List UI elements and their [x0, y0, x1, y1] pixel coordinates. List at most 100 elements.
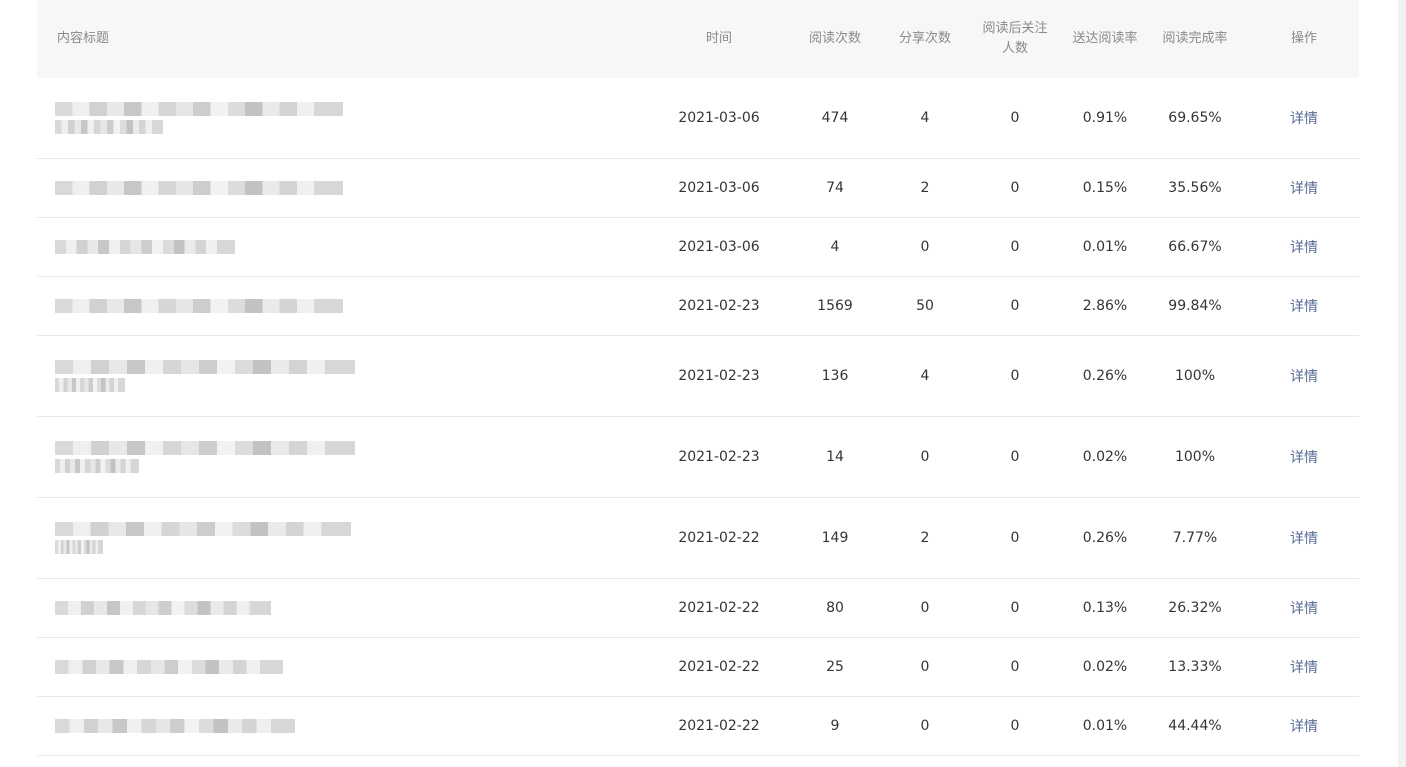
row-completion-rate: 66.67%: [1168, 238, 1222, 255]
header-follows-line1: 阅读后关注: [982, 21, 1048, 36]
row-delivery-rate: 0.15%: [1082, 179, 1128, 196]
redacted-title-text: [55, 180, 343, 195]
row-completion-rate: 69.65%: [1168, 109, 1222, 126]
redacted-title-text: [55, 521, 351, 536]
row-shares: 2: [920, 179, 930, 196]
redacted-title-text: [55, 440, 355, 455]
row-title-cell: [37, 696, 657, 755]
redacted-title-text: [55, 539, 103, 554]
row-shares: 0: [920, 717, 930, 734]
row-completion-rate: 44.44%: [1168, 717, 1222, 734]
redacted-title-text: [55, 659, 283, 674]
header-follows: 阅读后关注 人数: [961, 0, 1069, 78]
row-date: 2021-02-22: [678, 717, 760, 734]
row-follows: 0: [1010, 448, 1020, 465]
row-completion-rate: 13.33%: [1168, 658, 1222, 675]
redacted-title-text: [55, 298, 343, 313]
row-delivery-rate: 0.01%: [1082, 717, 1128, 734]
row-follows: 0: [1010, 599, 1020, 616]
row-detail-link[interactable]: 详情: [1249, 335, 1359, 416]
row-date: 2021-02-22: [678, 529, 760, 546]
table-row: 2021-02-22 80 0 0 0.13% 26.32% 详情: [37, 578, 1359, 637]
row-reads: 1569: [817, 297, 853, 314]
content-stats-table: 内容标题 时间 阅读次数 分享次数 阅读后关注 人数 送达阅读率 阅读完成率 操…: [37, 0, 1359, 756]
table-row: 2021-02-23 14 0 0 0.02% 100% 详情: [37, 416, 1359, 497]
row-follows: 0: [1010, 658, 1020, 675]
row-completion-rate: 99.84%: [1168, 297, 1222, 314]
row-follows: 0: [1010, 179, 1020, 196]
redacted-title-text: [55, 600, 271, 615]
row-shares: 0: [920, 658, 930, 675]
row-title-cell: [37, 335, 657, 416]
row-title-cell: [37, 158, 657, 217]
row-detail-link[interactable]: 详情: [1249, 497, 1359, 578]
row-reads: 4: [830, 238, 840, 255]
table-row: 2021-02-22 9 0 0 0.01% 44.44% 详情: [37, 696, 1359, 755]
row-detail-link[interactable]: 详情: [1249, 217, 1359, 276]
row-title-cell: [37, 217, 657, 276]
row-delivery-rate: 0.02%: [1082, 448, 1128, 465]
row-follows: 0: [1010, 717, 1020, 734]
table-row: 2021-02-22 25 0 0 0.02% 13.33% 详情: [37, 637, 1359, 696]
row-detail-link[interactable]: 详情: [1249, 637, 1359, 696]
row-date: 2021-02-22: [678, 599, 760, 616]
row-detail-link[interactable]: 详情: [1249, 416, 1359, 497]
row-title-cell: [37, 276, 657, 335]
redacted-title-text: [55, 718, 295, 733]
row-date: 2021-03-06: [678, 179, 760, 196]
header-follows-line2: 人数: [1001, 41, 1028, 56]
row-date: 2021-03-06: [678, 109, 760, 126]
row-follows: 0: [1010, 367, 1020, 384]
header-title: 内容标题: [57, 31, 110, 46]
header-delivery-rate: 送达阅读率: [1072, 31, 1138, 46]
table-header-row: 内容标题 时间 阅读次数 分享次数 阅读后关注 人数 送达阅读率 阅读完成率 操…: [37, 0, 1359, 78]
row-reads: 14: [826, 448, 844, 465]
row-reads: 80: [826, 599, 844, 616]
scrollbar[interactable]: [1398, 0, 1406, 767]
row-delivery-rate: 0.02%: [1082, 658, 1128, 675]
table-row: 2021-03-06 74 2 0 0.15% 35.56% 详情: [37, 158, 1359, 217]
row-completion-rate: 26.32%: [1168, 599, 1222, 616]
row-delivery-rate: 0.91%: [1082, 109, 1128, 126]
row-delivery-rate: 0.26%: [1082, 367, 1128, 384]
row-follows: 0: [1010, 109, 1020, 126]
row-follows: 0: [1010, 529, 1020, 546]
row-date: 2021-02-23: [678, 367, 760, 384]
row-detail-link[interactable]: 详情: [1249, 696, 1359, 755]
page: 内容标题 时间 阅读次数 分享次数 阅读后关注 人数 送达阅读率 阅读完成率 操…: [0, 0, 1406, 767]
redacted-title-text: [55, 101, 343, 116]
redacted-title-text: [55, 377, 125, 392]
table-row: 2021-02-23 136 4 0 0.26% 100% 详情: [37, 335, 1359, 416]
row-date: 2021-02-23: [678, 448, 760, 465]
row-title-cell: [37, 78, 657, 158]
table-body: 2021-03-06 474 4 0 0.91% 69.65% 详情 2021-03-06 74…: [37, 78, 1359, 755]
row-date: 2021-03-06: [678, 238, 760, 255]
row-reads: 136: [821, 367, 849, 384]
row-reads: 474: [821, 109, 849, 126]
row-delivery-rate: 0.13%: [1082, 599, 1128, 616]
header-action: 操作: [1290, 31, 1317, 46]
row-detail-link[interactable]: 详情: [1249, 276, 1359, 335]
row-detail-link[interactable]: 详情: [1249, 158, 1359, 217]
table-row: 2021-03-06 4 0 0 0.01% 66.67% 详情: [37, 217, 1359, 276]
row-detail-link[interactable]: 详情: [1249, 78, 1359, 158]
row-reads: 9: [830, 717, 840, 734]
redacted-title-text: [55, 119, 163, 134]
table-row: 2021-03-06 474 4 0 0.91% 69.65% 详情: [37, 78, 1359, 158]
row-delivery-rate: 0.26%: [1082, 529, 1128, 546]
row-detail-link[interactable]: 详情: [1249, 578, 1359, 637]
redacted-title-text: [55, 359, 355, 374]
row-delivery-rate: 2.86%: [1082, 297, 1128, 314]
table-row: 2021-02-23 1569 50 0 2.86% 99.84% 详情: [37, 276, 1359, 335]
row-shares: 0: [920, 448, 930, 465]
redacted-title-text: [55, 458, 139, 473]
row-shares: 4: [920, 109, 930, 126]
row-follows: 0: [1010, 238, 1020, 255]
row-title-cell: [37, 497, 657, 578]
row-date: 2021-02-22: [678, 658, 760, 675]
header-reads: 阅读次数: [808, 31, 861, 46]
table-row: 2021-02-22 149 2 0 0.26% 7.77% 详情: [37, 497, 1359, 578]
redacted-title-text: [55, 239, 235, 254]
row-reads: 149: [821, 529, 849, 546]
row-delivery-rate: 0.01%: [1082, 238, 1128, 255]
